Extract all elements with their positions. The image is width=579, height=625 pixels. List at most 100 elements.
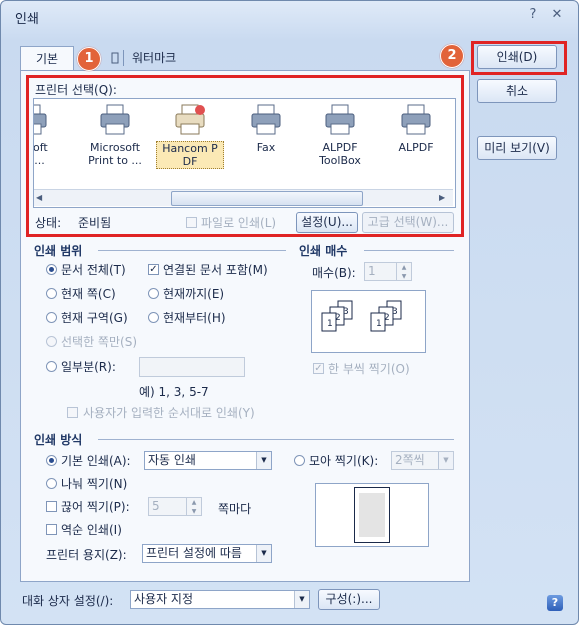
svg-text:2: 2 <box>384 313 390 323</box>
printer-item[interactable]: rosoft Do... <box>33 101 68 173</box>
svg-text:3: 3 <box>343 307 349 317</box>
selected-pages-label: 선택한 쪽만(S) <box>61 335 137 349</box>
spin-arrows-icon[interactable]: ▲ ▼ <box>396 263 411 280</box>
gather-print-select[interactable]: 2쪽씩 ▼ <box>391 451 454 470</box>
help-icon[interactable]: ? <box>547 595 563 611</box>
from-current-radio[interactable] <box>148 312 159 323</box>
all-doc-label: 문서 전체(T) <box>61 263 126 277</box>
collate-preview: 123 123 <box>311 290 426 353</box>
page-content-area <box>359 493 385 537</box>
paper-label: 프린터 용지(Z): <box>46 548 127 562</box>
print-to-file-checkbox[interactable] <box>186 217 197 228</box>
close-icon[interactable]: ✕ <box>549 7 565 23</box>
to-current-radio[interactable] <box>148 288 159 299</box>
print-range-legend: 인쇄 범위 <box>34 244 83 258</box>
gather-print-label: 모아 찍기(K): <box>309 454 379 468</box>
partial-radio[interactable] <box>46 361 57 372</box>
divider <box>98 439 454 440</box>
printer-item[interactable]: ALPDF ToolBox <box>304 101 376 173</box>
cut-print-checkbox[interactable] <box>46 501 57 512</box>
printer-item-selected[interactable]: Hancom P DF <box>154 101 226 173</box>
divider <box>98 250 286 251</box>
copies-value: 1 <box>368 264 376 278</box>
tab-watermark[interactable]: 워터마크 <box>122 46 186 70</box>
step-badge-1: 1 <box>77 47 101 71</box>
svg-text:2: 2 <box>335 313 341 323</box>
current-section-label: 현재 구역(G) <box>61 311 128 325</box>
linked-docs-checkbox[interactable]: ✓ <box>148 264 159 275</box>
basic-print-radio[interactable] <box>46 455 57 466</box>
printer-item[interactable]: ALPDF <box>380 101 452 173</box>
status-value: 준비됨 <box>78 216 112 230</box>
printer-name: Hancom P DF <box>156 141 224 169</box>
reverse-print-checkbox[interactable] <box>46 524 57 535</box>
printer-item[interactable]: Microsoft Print to ... <box>79 101 151 173</box>
user-order-label: 사용자가 입력한 순서대로 인쇄(Y) <box>83 406 255 420</box>
dialog-settings-value: 사용자 지정 <box>134 592 194 606</box>
basic-print-label: 기본 인쇄(A): <box>61 454 131 468</box>
cut-print-suffix: 쪽마다 <box>218 502 252 516</box>
user-order-checkbox[interactable] <box>67 407 78 418</box>
chevron-down-icon: ▼ <box>294 591 309 608</box>
window-title: 인쇄 <box>15 12 39 27</box>
dialog-settings-select[interactable]: 사용자 지정 ▼ <box>130 590 310 609</box>
print-button[interactable]: 인쇄(D) <box>477 45 557 69</box>
settings-button[interactable]: 설정(U)... <box>296 212 358 233</box>
cut-print-value: 5 <box>152 499 160 513</box>
spin-arrows-icon[interactable]: ▲ ▼ <box>186 498 201 515</box>
tab-layout-icon[interactable] <box>110 50 120 66</box>
svg-text:3: 3 <box>392 307 398 317</box>
basic-print-select[interactable]: 자동 인쇄 ▼ <box>144 451 272 470</box>
chevron-down-icon: ▼ <box>256 452 271 469</box>
printer-list-scrollbar[interactable]: ◀ ▶ <box>34 189 453 206</box>
fax-icon <box>249 103 283 137</box>
printer-name: rosoft Do... <box>33 141 48 167</box>
scroll-right-icon[interactable]: ▶ <box>439 192 449 203</box>
svg-text:1: 1 <box>327 319 333 329</box>
selected-pages-radio[interactable] <box>46 336 57 347</box>
printer-name: ALPDF ToolBox <box>319 141 361 167</box>
help-icon[interactable]: ? <box>525 7 541 23</box>
cancel-button[interactable]: 취소 <box>477 79 557 103</box>
from-current-label: 현재부터(H) <box>163 311 226 325</box>
tab-basic[interactable]: 기본 <box>20 46 74 71</box>
print-method-legend: 인쇄 방식 <box>34 433 83 447</box>
copies-legend: 인쇄 매수 <box>299 244 348 258</box>
split-print-label: 나눠 찍기(N) <box>61 477 128 491</box>
page-layout-preview <box>315 483 429 547</box>
scroll-left-icon[interactable]: ◀ <box>36 192 46 203</box>
current-page-label: 현재 쪽(C) <box>61 287 116 301</box>
current-page-radio[interactable] <box>46 288 57 299</box>
to-current-label: 현재까지(E) <box>163 287 225 301</box>
printer-icon <box>323 103 357 137</box>
printer-select-label: 프린터 선택(Q): <box>35 83 117 97</box>
printer-item[interactable]: Fax <box>230 101 302 173</box>
gather-print-value: 2쪽씩 <box>395 453 425 467</box>
paper-value: 프린터 설정에 따름 <box>146 546 242 560</box>
printer-icon <box>34 103 49 137</box>
print-to-file-label: 파일로 인쇄(L) <box>201 216 277 230</box>
chevron-down-icon: ▼ <box>256 545 271 562</box>
advanced-select-button[interactable]: 고급 선택(W)... <box>362 212 454 233</box>
preview-button[interactable]: 미리 보기(V) <box>477 136 557 160</box>
pdf-printer-icon <box>173 103 207 137</box>
all-doc-radio[interactable] <box>46 264 57 275</box>
copies-input[interactable]: 1 ▲ ▼ <box>364 262 412 281</box>
collate-checkbox[interactable]: ✓ <box>313 363 324 374</box>
status-label: 상태: <box>35 216 62 230</box>
linked-docs-label: 연결된 문서 포함(M) <box>163 263 268 277</box>
scroll-thumb[interactable] <box>171 191 363 206</box>
chevron-down-icon: ▼ <box>438 452 453 469</box>
gather-print-radio[interactable] <box>294 455 305 466</box>
split-print-radio[interactable] <box>46 478 57 489</box>
cut-print-input[interactable]: 5 ▲ ▼ <box>148 497 202 516</box>
compose-button[interactable]: 구성(:)... <box>318 589 380 610</box>
printer-name: ALPDF <box>398 141 434 154</box>
page-outline <box>354 487 390 543</box>
partial-pages-input[interactable] <box>139 357 245 377</box>
paper-select[interactable]: 프린터 설정에 따름 ▼ <box>142 544 272 563</box>
printer-name: Microsoft Print to ... <box>88 141 142 167</box>
current-section-radio[interactable] <box>46 312 57 323</box>
step-badge-2: 2 <box>440 44 464 68</box>
basic-print-value: 자동 인쇄 <box>148 453 196 467</box>
